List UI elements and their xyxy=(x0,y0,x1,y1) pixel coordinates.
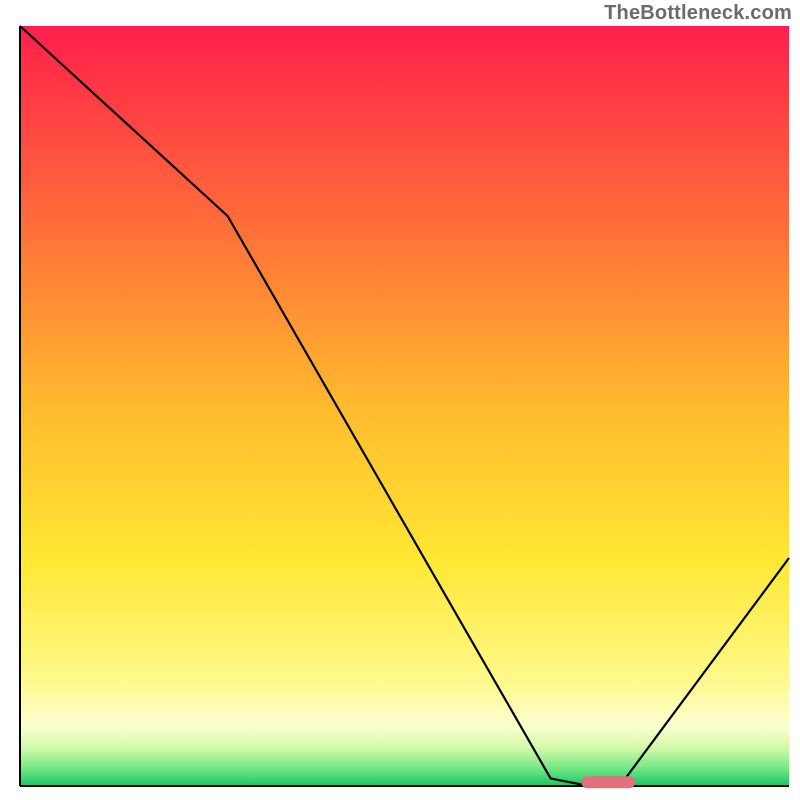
chart-svg xyxy=(0,0,800,800)
optimum-marker xyxy=(581,776,635,788)
watermark-text: TheBottleneck.com xyxy=(604,2,792,25)
chart-container: TheBottleneck.com xyxy=(0,0,800,800)
chart-background xyxy=(20,26,789,786)
